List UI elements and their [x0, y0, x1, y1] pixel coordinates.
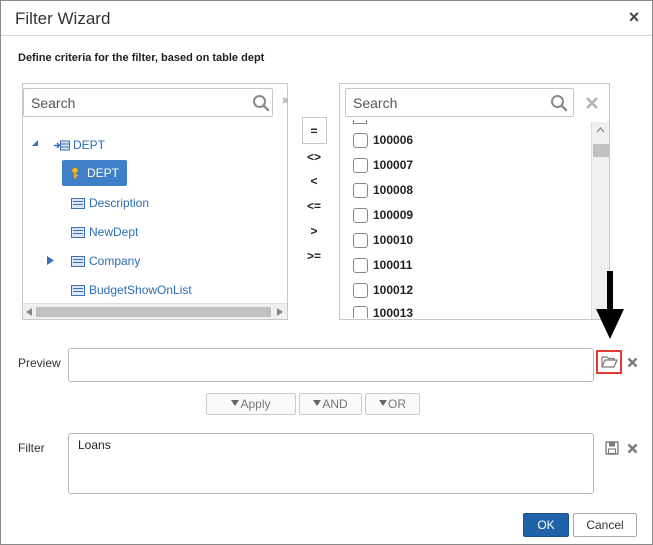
checkbox-partial — [353, 120, 367, 124]
annotation-arrow-icon — [596, 271, 624, 339]
operator-greater-than[interactable]: > — [299, 224, 329, 238]
field-search-input[interactable] — [24, 89, 272, 116]
filter-wizard-dialog: Filter Wizard × Define criteria for the … — [0, 0, 653, 545]
value-item[interactable]: 100010 — [353, 229, 413, 251]
tree-selected-label: DEPT — [87, 166, 120, 180]
tree-root-label: DEPT — [73, 138, 106, 152]
tree-node-selected[interactable]: DEPT — [62, 160, 127, 186]
apply-button[interactable]: Apply — [206, 393, 296, 415]
field-icon — [71, 226, 85, 238]
field-icon — [71, 284, 85, 296]
clear-search-icon[interactable] — [585, 96, 599, 110]
tree-node-root[interactable]: DEPT — [54, 133, 105, 157]
operator-greater-equal[interactable]: >= — [299, 249, 329, 263]
search-icon[interactable] — [252, 94, 270, 112]
or-button[interactable]: OR — [365, 393, 420, 415]
apply-label: Apply — [240, 397, 271, 411]
checkbox[interactable] — [353, 157, 368, 173]
operator-not-equal[interactable]: <> — [299, 150, 329, 164]
funnel-icon — [231, 400, 240, 406]
value-label: 100013 — [373, 306, 414, 318]
checkbox[interactable] — [353, 306, 368, 318]
tree-node-label: NewDept — [89, 225, 139, 239]
checkbox[interactable] — [353, 257, 368, 273]
value-item[interactable]: 100006 — [353, 129, 413, 151]
tree-node-budgetshowonlist[interactable]: BudgetShowOnList — [71, 278, 192, 302]
value-label: 100006 — [373, 133, 414, 147]
ok-button[interactable]: OK — [523, 513, 569, 537]
checkbox[interactable] — [353, 282, 368, 298]
dialog-title: Filter Wizard — [15, 9, 111, 28]
value-search-input[interactable] — [346, 89, 573, 116]
value-label: 100011 — [373, 258, 413, 272]
value-label: 100009 — [373, 208, 414, 222]
and-button[interactable]: AND — [299, 393, 362, 415]
table-link-icon — [54, 140, 70, 150]
value-label: 100007 — [373, 158, 414, 172]
scrollbar-thumb[interactable] — [593, 144, 609, 157]
value-label: 100010 — [373, 233, 414, 247]
collapse-caret-icon[interactable] — [31, 139, 39, 147]
checkbox[interactable] — [353, 132, 368, 148]
value-item[interactable]: 100007 — [353, 154, 413, 176]
funnel-icon — [313, 400, 322, 406]
tree-horizontal-scrollbar[interactable] — [23, 303, 287, 319]
open-folder-icon[interactable] — [601, 355, 618, 369]
tree-node-label: BudgetShowOnList — [89, 283, 192, 297]
clear-filter-icon[interactable] — [627, 443, 638, 454]
filter-label: Filter — [18, 441, 45, 455]
value-search-box[interactable] — [345, 88, 574, 117]
scroll-right-icon[interactable] — [277, 308, 283, 316]
preview-field[interactable] — [68, 348, 594, 382]
funnel-icon — [379, 400, 387, 406]
expand-caret-icon[interactable] — [47, 256, 54, 265]
tree-node-newdept[interactable]: NewDept — [71, 220, 138, 244]
value-item[interactable]: 100012 — [353, 279, 413, 301]
value-label: 100012 — [373, 283, 414, 297]
clear-preview-icon[interactable] — [627, 357, 638, 368]
scroll-left-icon[interactable] — [26, 308, 32, 316]
tree-node-label: Description — [89, 196, 150, 210]
filter-textarea[interactable]: Loans — [68, 433, 594, 494]
value-label: 100008 — [373, 183, 414, 197]
save-icon[interactable] — [605, 441, 619, 455]
dialog-titlebar: Filter Wizard × — [1, 1, 652, 36]
search-icon[interactable] — [550, 94, 568, 112]
field-icon — [71, 197, 85, 209]
tree-node-description[interactable]: Description — [71, 191, 149, 215]
field-search-box[interactable] — [23, 88, 273, 117]
operator-less-equal[interactable]: <= — [299, 199, 329, 213]
checkbox[interactable] — [353, 232, 368, 248]
clear-search-icon[interactable] — [282, 95, 288, 109]
key-icon — [71, 167, 79, 179]
operator-less-than[interactable]: < — [299, 174, 329, 188]
cancel-button[interactable]: Cancel — [573, 513, 637, 537]
tree-node-label: Company — [89, 254, 141, 268]
scroll-up-icon[interactable] — [596, 127, 605, 133]
or-label: OR — [388, 397, 406, 411]
value-item[interactable]: 100008 — [353, 179, 413, 201]
value-item[interactable]: 100011 — [353, 254, 412, 276]
value-item[interactable]: 100013 — [353, 304, 413, 318]
dialog-subtitle: Define criteria for the filter, based on… — [18, 52, 265, 64]
value-item[interactable]: 100009 — [353, 204, 413, 226]
close-icon[interactable]: × — [624, 7, 644, 28]
checkbox[interactable] — [353, 182, 368, 198]
and-label: AND — [322, 397, 348, 411]
field-icon — [71, 255, 85, 267]
tree-node-company[interactable]: Company — [71, 249, 140, 273]
preview-label: Preview — [18, 356, 61, 370]
operator-equals[interactable]: = — [299, 124, 329, 138]
checkbox[interactable] — [353, 207, 368, 223]
scrollbar-thumb[interactable] — [36, 307, 271, 317]
